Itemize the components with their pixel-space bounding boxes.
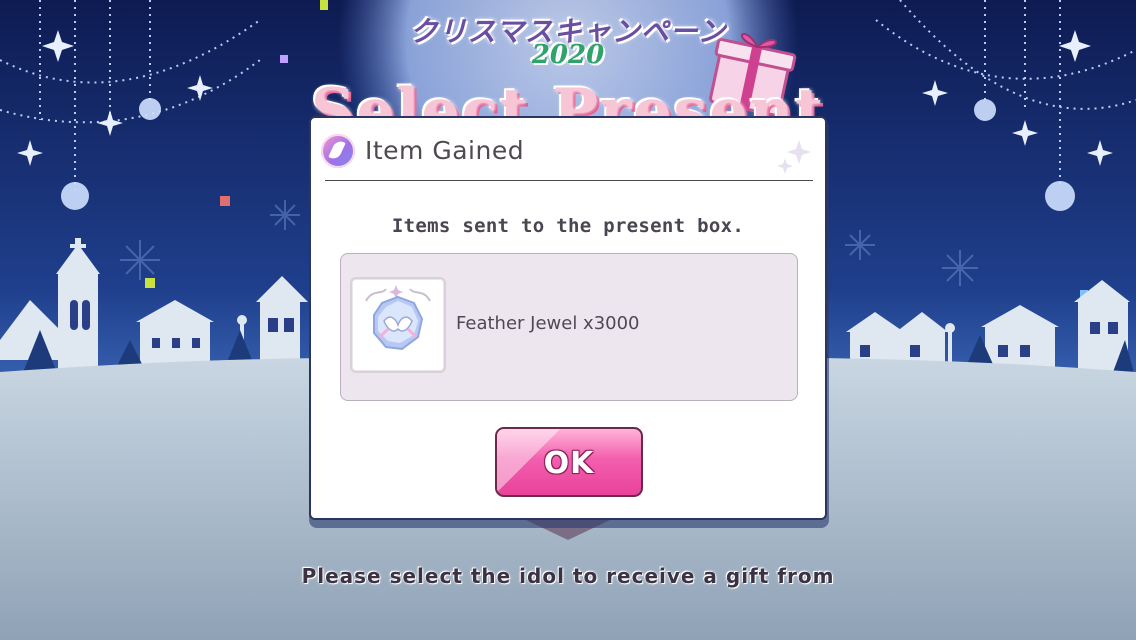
ok-button-label: OK <box>543 446 595 481</box>
feather-jewel-icon <box>350 277 446 373</box>
feather-jewel-icon <box>321 134 355 168</box>
item-name: Feather Jewel x3000 <box>456 313 640 334</box>
dialog-title: Item Gained <box>365 136 525 165</box>
item-gained-dialog: Item Gained Items sent to the present bo… <box>309 116 827 520</box>
campaign-logo: クリスマスキャンペーン 2020 Select Present <box>0 0 1136 146</box>
dialog-message: Items sent to the present box. <box>391 215 745 237</box>
campaign-year: 2020 <box>531 40 605 70</box>
ok-button[interactable]: OK <box>495 427 643 497</box>
title-divider <box>325 180 813 181</box>
gained-items-panel: Feather Jewel x3000 <box>340 253 798 401</box>
select-idol-prompt: Please select the idol to receive a gift… <box>301 564 835 588</box>
sparkle-icon <box>777 140 811 174</box>
